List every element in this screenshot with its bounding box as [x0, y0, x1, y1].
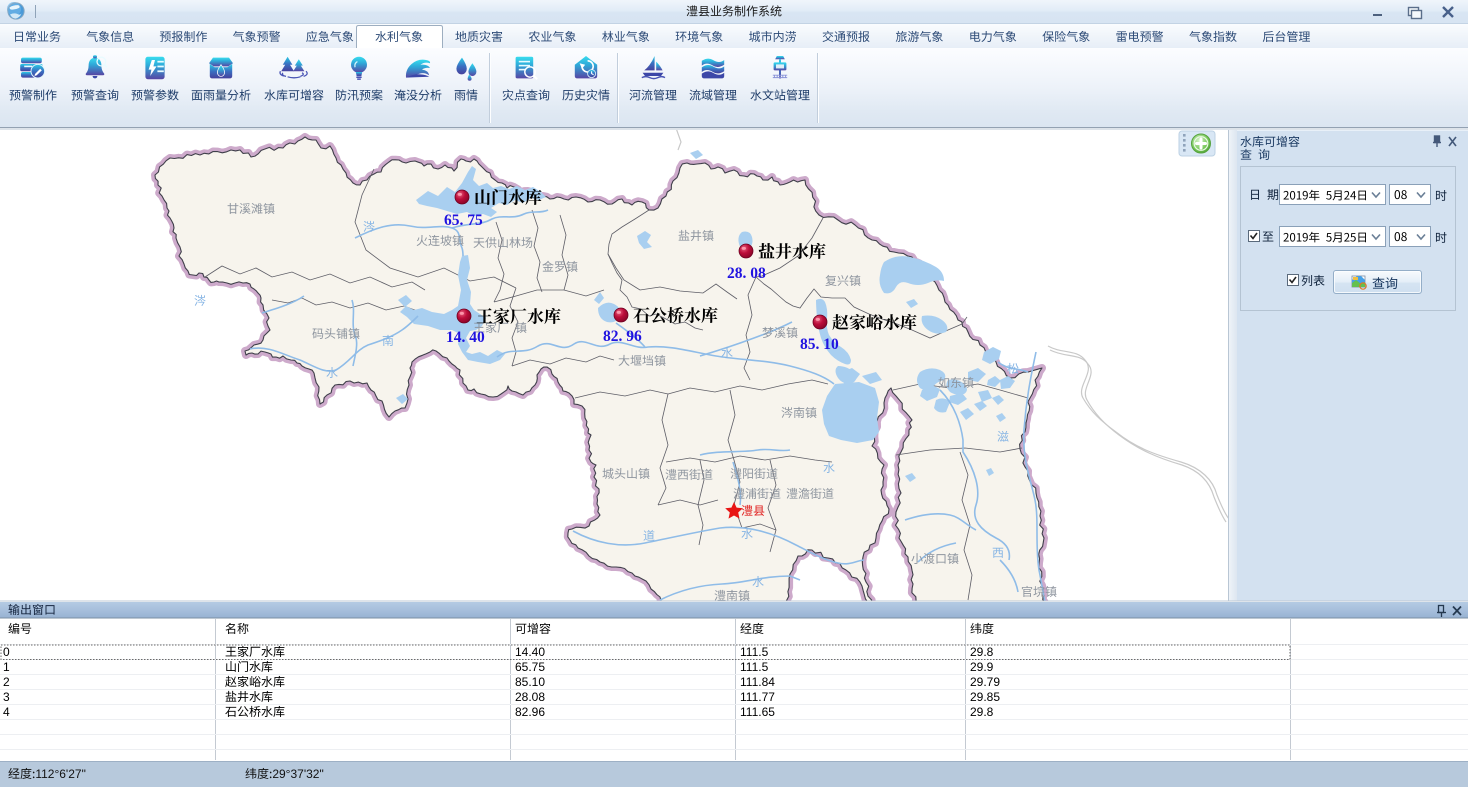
- svg-text:65. 75: 65. 75: [444, 212, 483, 229]
- svg-text:111.5: 111.5: [740, 645, 769, 659]
- svg-text:29.9: 29.9: [970, 660, 994, 674]
- svg-text:1: 1: [3, 660, 10, 674]
- svg-text:2: 2: [3, 675, 10, 689]
- svg-text:65.75: 65.75: [515, 660, 545, 674]
- svg-text:111.77: 111.77: [740, 690, 775, 704]
- svg-text:14.40: 14.40: [515, 645, 545, 659]
- svg-text:85. 10: 85. 10: [800, 336, 839, 353]
- svg-text:28.08: 28.08: [515, 690, 545, 704]
- svg-text:29.8: 29.8: [970, 645, 994, 659]
- svg-text:29.85: 29.85: [970, 690, 1000, 704]
- svg-text:111.65: 111.65: [740, 705, 775, 719]
- svg-text:3: 3: [3, 690, 10, 704]
- svg-text:29.8: 29.8: [970, 705, 994, 719]
- svg-text:112°6'27": 112°6'27": [35, 767, 86, 781]
- svg-text:85.10: 85.10: [515, 675, 545, 689]
- svg-text:82. 96: 82. 96: [603, 328, 642, 345]
- svg-text:29°37'32": 29°37'32": [272, 767, 323, 781]
- svg-text:14. 40: 14. 40: [446, 329, 485, 346]
- svg-text:111.84: 111.84: [740, 675, 775, 689]
- svg-text:111.5: 111.5: [740, 660, 769, 674]
- svg-text:29.79: 29.79: [970, 675, 1000, 689]
- svg-text:28. 08: 28. 08: [727, 265, 766, 282]
- svg-text:0: 0: [3, 645, 10, 659]
- svg-text:4: 4: [3, 705, 10, 719]
- svg-text:82.96: 82.96: [515, 705, 545, 719]
